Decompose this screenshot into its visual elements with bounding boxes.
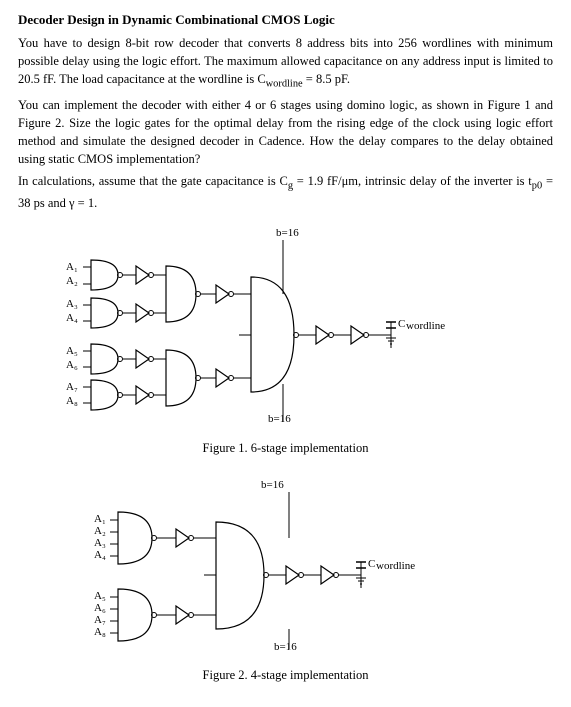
fig1-b16-top: b=16 [276, 227, 299, 239]
paragraph-3: In calculations, assume that the gate ca… [18, 172, 553, 212]
fig2-a4: A₄ [94, 549, 106, 561]
fig1-inv2 [136, 304, 149, 322]
fig1-a7: A₇ [66, 381, 78, 393]
figure1-container: b=16 A₁ A₂ A₃ A₄ A₅ A₆ A₇ A₈ [18, 222, 553, 464]
fig2-cwordline: C [368, 558, 375, 570]
paragraph-2: You can implement the decoder with eithe… [18, 96, 553, 169]
fig2-a1: A₁ [94, 513, 106, 525]
fig1-inv8 [351, 326, 364, 344]
fig2-nand1 [118, 512, 152, 564]
fig1-inv6 [216, 369, 229, 387]
fig1-a3: A₃ [66, 298, 78, 310]
fig1-inv4 [136, 386, 149, 404]
fig1-b16-bot: b=16 [268, 413, 291, 425]
fig2-inv2 [176, 606, 189, 624]
fig1-a4: A₄ [66, 312, 78, 324]
fig1-cwordline: C [398, 318, 405, 330]
fig2-b16-top: b=16 [261, 479, 284, 491]
fig1-inv3 [136, 350, 149, 368]
fig1-a5: A₅ [66, 345, 78, 357]
fig2-a6: A₆ [94, 602, 106, 614]
fig1-a6: A₆ [66, 359, 78, 371]
fig1-a8: A₈ [66, 395, 78, 407]
fig1-nand5 [166, 266, 196, 322]
fig1-nand7 [251, 277, 294, 392]
fig2-inv4 [321, 566, 334, 584]
figure2-caption: Figure 2. 4-stage implementation [203, 668, 369, 683]
fig2-inv3 [286, 566, 299, 584]
fig2-a8: A₈ [94, 626, 106, 638]
fig2-inv1 [176, 529, 189, 547]
fig2-cwordline-sub: wordline [376, 560, 415, 572]
fig1-nand1 [91, 260, 118, 290]
fig2-a2: A₂ [94, 525, 106, 537]
fig1-a2: A₂ [66, 275, 78, 287]
fig1-nand2 [91, 298, 118, 328]
fig1-cwordline-sub: wordline [406, 320, 445, 332]
fig1-nand3 [91, 344, 118, 374]
fig1-nand6 [166, 350, 196, 406]
figure1-caption: Figure 1. 6-stage implementation [203, 441, 369, 456]
fig2-a7: A₇ [94, 614, 106, 626]
fig1-a1: A₁ [66, 261, 78, 273]
paragraph-1: You have to design 8-bit row decoder tha… [18, 34, 553, 92]
fig2-b16-bot: b=16 [274, 641, 297, 653]
page-title: Decoder Design in Dynamic Combinational … [18, 12, 553, 28]
fig1-inv1 [136, 266, 149, 284]
fig2-a5: A₅ [94, 590, 106, 602]
figure1-svg: b=16 A₁ A₂ A₃ A₄ A₅ A₆ A₇ A₈ [46, 222, 526, 437]
figure2-svg: b=16 A₁ A₂ A₃ A₄ A₅ A₆ A₇ A₈ [76, 474, 496, 664]
fig1-inv5 [216, 285, 229, 303]
fig2-nand2 [118, 589, 152, 641]
fig1-nand4 [91, 380, 118, 410]
fig2-a3: A₃ [94, 537, 106, 549]
figure2-container: b=16 A₁ A₂ A₃ A₄ A₅ A₆ A₇ A₈ [18, 474, 553, 691]
fig1-inv7 [316, 326, 329, 344]
fig2-nand3 [216, 522, 264, 629]
